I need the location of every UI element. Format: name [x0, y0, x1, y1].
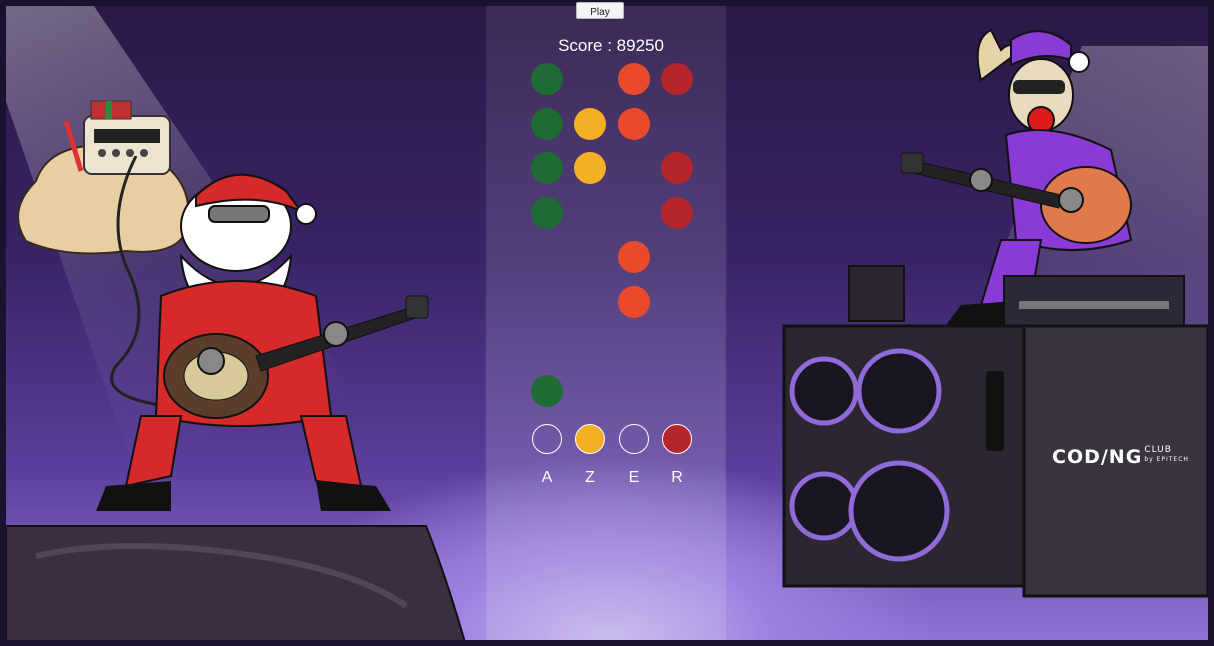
note-lane-r [661, 63, 693, 95]
note-lane-a [531, 374, 563, 407]
game-stage: COD/NG CLUB by EPITECH Score : 89250 A Z E R [6, 6, 1208, 640]
hit-target-e [619, 424, 649, 454]
play-button[interactable]: Play [576, 2, 624, 19]
note-lane-a [531, 107, 563, 140]
note-lane-e [618, 285, 650, 318]
note-lane-z [574, 152, 606, 184]
note-lane-e [618, 63, 650, 95]
score-display: Score : 89250 [476, 36, 746, 56]
key-label-r: R [671, 469, 683, 486]
logo-sub-bottom: by EPITECH [1144, 456, 1189, 463]
note-lane-r [661, 196, 693, 229]
key-label-e: E [628, 469, 640, 486]
coding-club-logo: COD/NG CLUB by EPITECH [1052, 445, 1189, 469]
note-lane-a [531, 63, 563, 95]
note-lane-e [618, 241, 650, 273]
santa-guitarist-illustration [96, 173, 429, 511]
logo-sub-top: CLUB [1144, 445, 1172, 455]
note-lane-a [531, 196, 563, 229]
spotlight-center [486, 6, 726, 640]
hit-target-a [532, 424, 562, 454]
score-label: Score : [558, 36, 612, 55]
stage-monitor-illustration [6, 525, 466, 640]
note-lane-a [531, 152, 563, 184]
logo-main-text: COD/NG [1052, 446, 1143, 468]
key-label-z: Z [585, 469, 595, 486]
note-lane-r [661, 152, 693, 184]
note-lane-z [574, 107, 606, 140]
score-value: 89250 [616, 36, 664, 55]
hit-target-r [662, 424, 692, 454]
key-label-a: A [541, 469, 553, 486]
hit-target-z [575, 424, 605, 454]
speaker-stack-illustration [782, 265, 1208, 598]
note-lane-e [618, 107, 650, 140]
